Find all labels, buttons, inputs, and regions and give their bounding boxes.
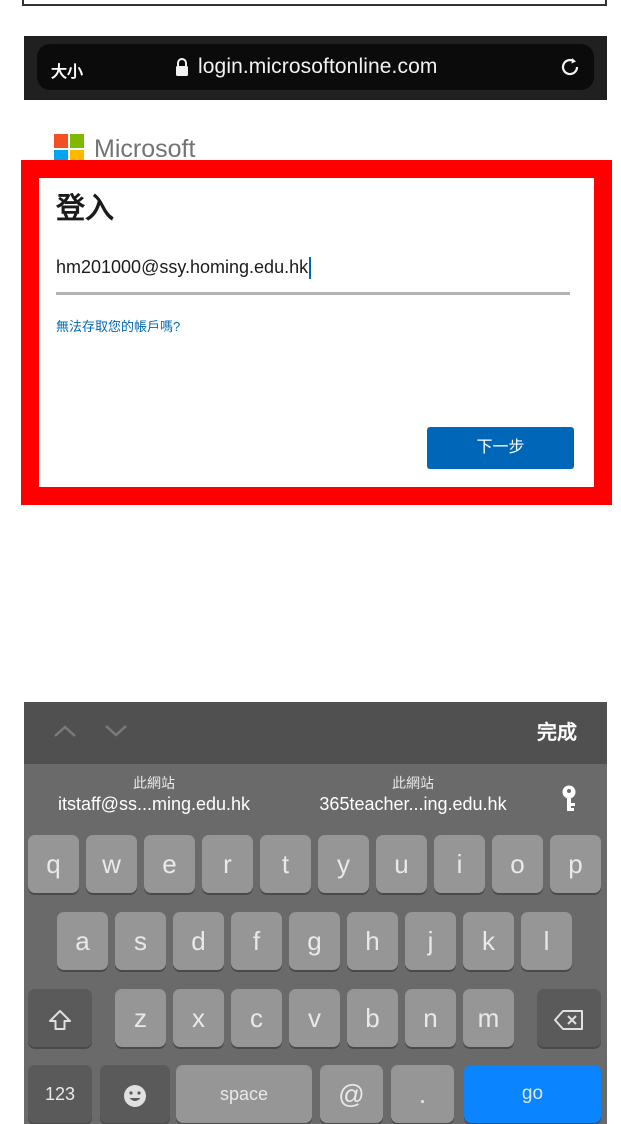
key-y[interactable]: y: [318, 835, 369, 893]
key-p[interactable]: p: [550, 835, 601, 893]
key-s[interactable]: s: [115, 912, 166, 970]
keyboard: q w e r t y u i o p a s d f g h j k l z …: [24, 832, 607, 1124]
suggestion-value: itstaff@ss...ming.edu.hk: [57, 794, 251, 814]
signin-title: 登入: [56, 193, 115, 225]
key-c[interactable]: c: [231, 989, 282, 1047]
key-g[interactable]: g: [289, 912, 340, 970]
emoji-icon: [122, 1079, 148, 1109]
reload-icon[interactable]: [558, 55, 582, 79]
numbers-key[interactable]: 123: [28, 1065, 92, 1123]
key-l[interactable]: l: [521, 912, 572, 970]
dot-key[interactable]: .: [391, 1065, 454, 1123]
key-a[interactable]: a: [57, 912, 108, 970]
next-button[interactable]: 下一步: [427, 427, 574, 469]
suggestion-source: 此網站: [392, 775, 434, 791]
screen: 大小 login.microsoftonline.com Microsoft 登…: [0, 0, 621, 1124]
key-n[interactable]: n: [405, 989, 456, 1047]
done-button[interactable]: 完成: [537, 721, 577, 745]
browser-address-bar: 大小 login.microsoftonline.com: [24, 36, 607, 100]
shift-icon: [47, 1003, 73, 1033]
cant-access-account-link[interactable]: 無法存取您的帳戶嗎?: [56, 318, 180, 336]
key-r[interactable]: r: [202, 835, 253, 893]
shift-key[interactable]: [28, 989, 92, 1047]
key-v[interactable]: v: [289, 989, 340, 1047]
key-f[interactable]: f: [231, 912, 282, 970]
text-size-button[interactable]: 大小: [51, 58, 83, 82]
suggestion-source: 此網站: [133, 775, 175, 791]
url-pill[interactable]: 大小 login.microsoftonline.com: [37, 44, 594, 90]
chevron-up-icon[interactable]: [52, 722, 78, 740]
key-w[interactable]: w: [86, 835, 137, 893]
email-field[interactable]: hm201000@ssy.homing.edu.hk: [56, 252, 570, 295]
keyboard-accessory-bar: 完成: [24, 702, 607, 764]
keyboard-suggestion-bar: 此網站 itstaff@ss...ming.edu.hk 此網站 365teac…: [24, 764, 607, 832]
key-q[interactable]: q: [28, 835, 79, 893]
key-j[interactable]: j: [405, 912, 456, 970]
key-icon[interactable]: [558, 784, 580, 814]
key-h[interactable]: h: [347, 912, 398, 970]
suggestion-value: 365teacher...ing.edu.hk: [319, 794, 507, 814]
suggestion-item[interactable]: 此網站 itstaff@ss...ming.edu.hk: [24, 774, 284, 816]
key-t[interactable]: t: [260, 835, 311, 893]
key-e[interactable]: e: [144, 835, 195, 893]
backspace-key[interactable]: [537, 989, 601, 1047]
chevron-down-icon[interactable]: [103, 722, 129, 740]
backspace-icon: [553, 1003, 585, 1033]
at-key[interactable]: @: [320, 1065, 383, 1123]
space-key[interactable]: space: [176, 1065, 312, 1123]
key-o[interactable]: o: [492, 835, 543, 893]
lock-icon: [174, 58, 190, 76]
email-value: hm201000@ssy.homing.edu.hk: [56, 257, 309, 277]
suggestion-item[interactable]: 此網站 365teacher...ing.edu.hk: [282, 774, 544, 816]
url-text: login.microsoftonline.com: [198, 55, 438, 78]
signin-card: 登入 hm201000@ssy.homing.edu.hk 無法存取您的帳戶嗎?…: [39, 178, 594, 487]
key-x[interactable]: x: [173, 989, 224, 1047]
key-z[interactable]: z: [115, 989, 166, 1047]
go-key[interactable]: go: [464, 1065, 601, 1123]
key-u[interactable]: u: [376, 835, 427, 893]
key-k[interactable]: k: [463, 912, 514, 970]
highlight-frame: 登入 hm201000@ssy.homing.edu.hk 無法存取您的帳戶嗎?…: [21, 160, 612, 505]
key-b[interactable]: b: [347, 989, 398, 1047]
key-i[interactable]: i: [434, 835, 485, 893]
emoji-key[interactable]: [100, 1065, 170, 1123]
text-caret: [309, 257, 312, 280]
key-m[interactable]: m: [463, 989, 514, 1047]
key-d[interactable]: d: [173, 912, 224, 970]
top-frame-border: [22, 0, 607, 6]
